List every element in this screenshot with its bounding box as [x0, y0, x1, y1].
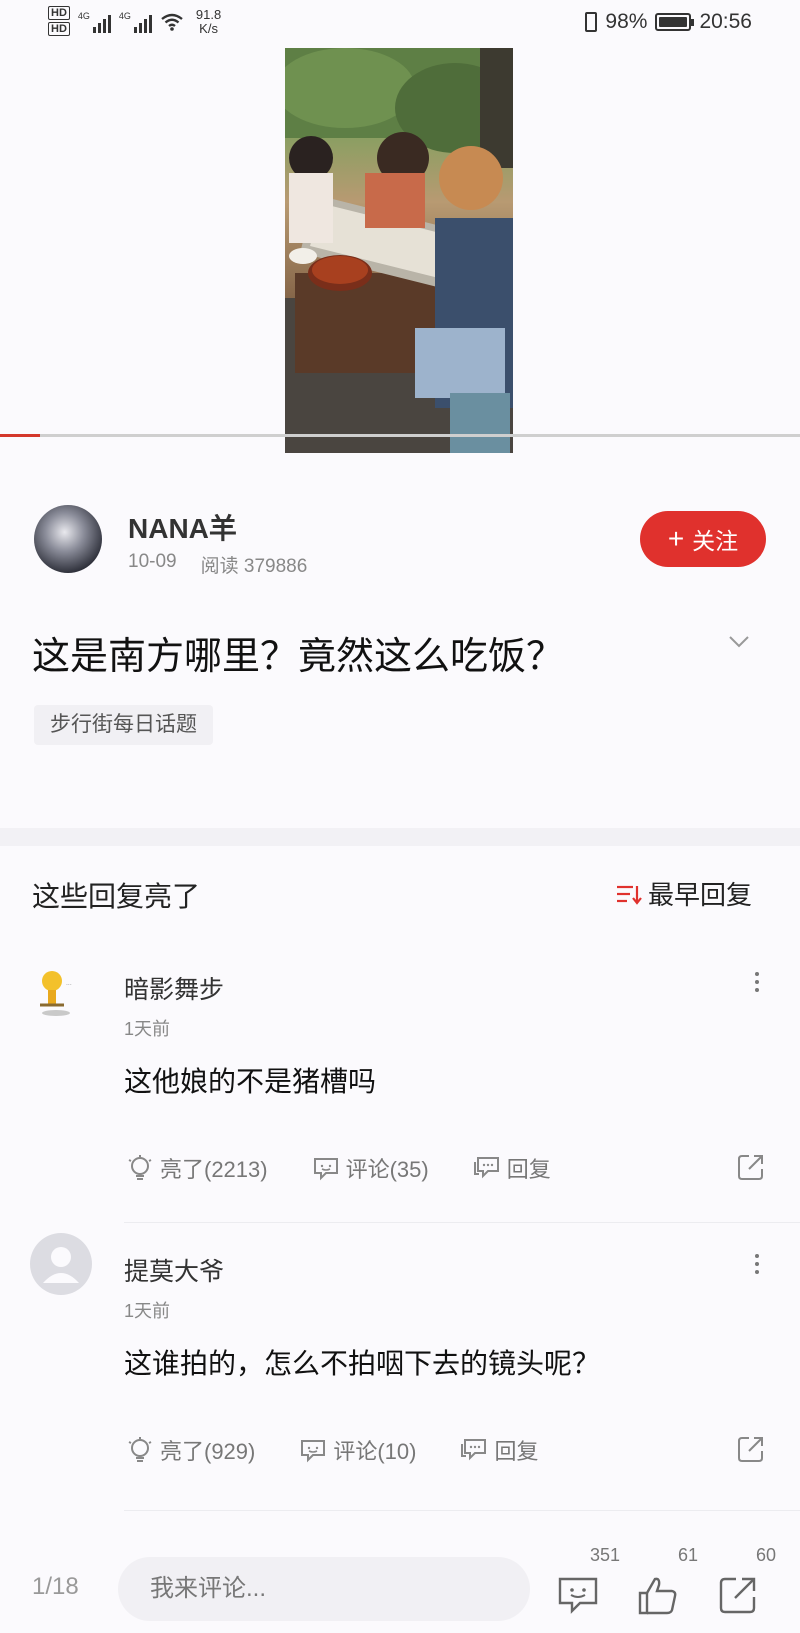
signal-icon-2: 4G: [119, 11, 152, 33]
comment-text: 这他娘的不是猪槽吗: [124, 1066, 377, 1097]
more-icon[interactable]: [752, 1254, 762, 1274]
commenter-avatar[interactable]: [30, 1233, 92, 1295]
sort-button[interactable]: 最早回复: [616, 875, 752, 912]
commenter-avatar[interactable]: ···: [30, 963, 92, 1025]
page-indicator: 1/18: [32, 1573, 79, 1600]
like-icon[interactable]: [636, 1573, 680, 1617]
comment-icon[interactable]: [556, 1573, 600, 1617]
plus-icon: +: [667, 523, 685, 554]
comment-total: 351: [590, 1545, 621, 1565]
status-bar: HD HD 4G 4G 91.8 K/s 98% 20:56: [0, 0, 800, 46]
battery-percent: 98%: [605, 10, 648, 33]
read-count: 阅读 379886: [200, 556, 308, 577]
comment-divider: [124, 1510, 800, 1511]
sort-label: 最早回复: [648, 880, 753, 910]
share-icon[interactable]: [736, 1434, 766, 1464]
follow-button[interactable]: + 关注: [640, 511, 766, 567]
network-type-2: 4G: [118, 11, 131, 21]
comment-text: 这谁拍的，怎么不拍咽下去的镜头呢？: [124, 1348, 601, 1379]
network-type-1: 4G: [77, 11, 90, 21]
video-player[interactable]: [0, 46, 800, 454]
video-thumbnail: [285, 48, 513, 453]
commenter-name[interactable]: 暗影舞步: [124, 970, 224, 1006]
hd-indicator: HD HD: [48, 6, 70, 38]
like-total: 61: [678, 1545, 699, 1565]
author-avatar[interactable]: [34, 505, 102, 573]
post-title: 这是南方哪里？竟然这么吃饭？: [32, 636, 565, 678]
user-icon: [43, 1247, 79, 1283]
comment-time: 1天前: [124, 1301, 171, 1321]
light-button[interactable]: 亮了(929): [126, 1434, 255, 1466]
author-meta: 10-09 阅读 379886: [128, 551, 307, 578]
replies-heading: 这些回复亮了: [32, 881, 201, 912]
share-total: 60: [756, 1545, 777, 1565]
light-count: 亮了(929): [160, 1439, 256, 1464]
follow-label: 关注: [692, 528, 739, 554]
reply-button[interactable]: 回复: [473, 1152, 551, 1184]
topic-tag[interactable]: 步行街每日话题: [34, 705, 213, 745]
svg-text:···: ···: [66, 982, 72, 989]
comment-count: 评论(10): [333, 1439, 417, 1464]
commenter-name[interactable]: 提莫大爷: [124, 1252, 224, 1288]
wifi-icon: [161, 13, 183, 31]
comment-divider: [124, 1222, 800, 1223]
light-count: 亮了(2213): [160, 1157, 268, 1182]
battery-icon: [655, 13, 695, 31]
clock: 20:56: [699, 10, 752, 33]
share-icon[interactable]: [736, 1152, 766, 1182]
net-speed: 91.8 K/s: [196, 8, 221, 36]
reply-button[interactable]: 回复: [460, 1434, 539, 1466]
signal-icon: 4G: [78, 11, 111, 33]
vibrate-icon: [585, 12, 598, 32]
video-progress-fill: [0, 434, 40, 437]
sort-icon: [617, 885, 642, 905]
hd-badge-2: HD: [48, 22, 70, 36]
comment-icon: [301, 1440, 326, 1463]
comment-actions: 亮了(929) 评论(10) 回复: [126, 1432, 766, 1468]
comment-button[interactable]: 评论(10): [299, 1434, 416, 1466]
bottom-bar: 1/18 我来评论... 351 61 60: [0, 1533, 800, 1633]
net-speed-value: 91.8: [195, 7, 222, 22]
chevron-down-icon[interactable]: [728, 630, 750, 652]
comment-button[interactable]: 评论(35): [312, 1152, 429, 1184]
comment-count: 评论(35): [345, 1157, 429, 1182]
comment-input[interactable]: 我来评论...: [118, 1557, 530, 1621]
author-name[interactable]: NANA羊: [128, 507, 237, 547]
reply-icon: [473, 1157, 499, 1179]
light-button[interactable]: 亮了(2213): [126, 1152, 268, 1184]
net-speed-unit: K/s: [199, 21, 218, 36]
comment-time: 1天前: [124, 1019, 171, 1039]
hd-badge-1: HD: [48, 6, 70, 20]
video-frame[interactable]: [285, 48, 513, 453]
reply-label: 回复: [506, 1157, 551, 1182]
share-icon[interactable]: [716, 1573, 760, 1617]
reply-label: 回复: [494, 1439, 539, 1464]
reply-icon: [461, 1439, 487, 1461]
video-progress-bar[interactable]: [0, 434, 800, 437]
lightbulb-icon: [128, 1437, 152, 1462]
lightbulb-icon: [128, 1155, 152, 1180]
section-divider: [0, 828, 800, 846]
more-icon[interactable]: [752, 972, 762, 992]
post-date: 10-09: [128, 551, 177, 572]
comment-actions: 亮了(2213) 评论(35) 回复: [126, 1150, 766, 1186]
comment-icon: [313, 1158, 338, 1181]
